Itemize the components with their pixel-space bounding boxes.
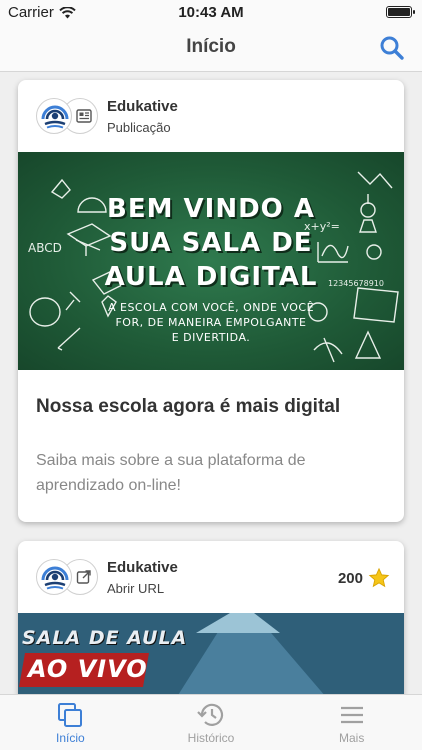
live-banner-line1: SALA DE AULA bbox=[22, 627, 188, 649]
points-badge: 200 bbox=[338, 567, 390, 589]
points-value: 200 bbox=[337, 569, 363, 587]
navigation-bar: Início bbox=[0, 24, 422, 72]
card-type-label: Publicação bbox=[107, 120, 171, 135]
star-icon bbox=[368, 567, 390, 588]
logo-cluster bbox=[36, 98, 98, 134]
banner-headline-line: AULA DIGITAL bbox=[104, 262, 318, 292]
menu-icon bbox=[340, 706, 363, 724]
card-source-name: Edukative bbox=[107, 98, 178, 115]
banner-subtext-line: A ESCOLA COM VOCÊ, ONDE VOCÊ bbox=[107, 301, 315, 314]
banner-headline-line: BEM VINDO A bbox=[107, 194, 315, 224]
banner-subtext-line: E DIVERTIDA. bbox=[171, 331, 251, 344]
history-icon bbox=[197, 703, 224, 726]
tab-historico[interactable]: Histórico bbox=[141, 695, 282, 750]
banner-subtext: A ESCOLA COM VOCÊ, ONDE VOCÊ FOR, DE MAN… bbox=[18, 300, 404, 345]
tab-mais[interactable]: Mais bbox=[281, 695, 422, 750]
edukative-logo bbox=[36, 98, 72, 134]
battery-icon bbox=[386, 6, 415, 18]
welcome-banner-image: ABCD x+y²= 12345678910 BEM VINDO A SUA S… bbox=[18, 152, 404, 370]
search-button[interactable] bbox=[378, 34, 406, 62]
status-time: 10:43 AM bbox=[178, 4, 244, 21]
tab-label: Início bbox=[55, 731, 85, 745]
search-icon bbox=[380, 36, 404, 60]
banner-headline: BEM VINDO A SUA SALA DE AULA DIGITAL bbox=[18, 192, 404, 294]
newspaper-icon bbox=[76, 109, 92, 123]
feed[interactable]: Edukative Publicação ABCD x+y²= 12345678… bbox=[0, 72, 422, 694]
tab-bar: Início Histórico Mais bbox=[0, 694, 422, 750]
page-title: Início bbox=[186, 36, 236, 57]
tab-label: Mais bbox=[339, 731, 365, 745]
card-title: Nossa escola agora é mais digital bbox=[36, 396, 341, 417]
card-description: Saiba mais sobre a sua plataforma de apr… bbox=[36, 452, 306, 494]
card-type-label: Abrir URL bbox=[107, 581, 165, 596]
card-header: Edukative Publicação bbox=[18, 80, 404, 152]
banner-subtext-line: FOR, DE MANEIRA EMPOLGANTE bbox=[115, 316, 307, 329]
stack-icon bbox=[58, 703, 83, 727]
live-banner-line2: AO VIVO bbox=[28, 655, 148, 683]
edukative-logo bbox=[36, 559, 72, 595]
live-class-banner-image: SALA DE AULA AO VIVO bbox=[18, 613, 404, 694]
banner-headline-line: SUA SALA DE bbox=[109, 228, 313, 258]
card-header: Edukative Abrir URL 200 bbox=[18, 541, 404, 613]
status-bar: Carrier 10:43 AM bbox=[0, 0, 422, 24]
post-card[interactable]: Edukative Publicação ABCD x+y²= 12345678… bbox=[18, 80, 404, 522]
tab-inicio[interactable]: Início bbox=[0, 695, 141, 750]
url-card[interactable]: Edukative Abrir URL 200 SALA DE AULA AO … bbox=[18, 541, 404, 694]
tab-label: Histórico bbox=[187, 731, 235, 745]
logo-cluster bbox=[36, 559, 98, 595]
external-link-icon bbox=[76, 570, 91, 584]
card-source-name: Edukative bbox=[107, 559, 178, 576]
